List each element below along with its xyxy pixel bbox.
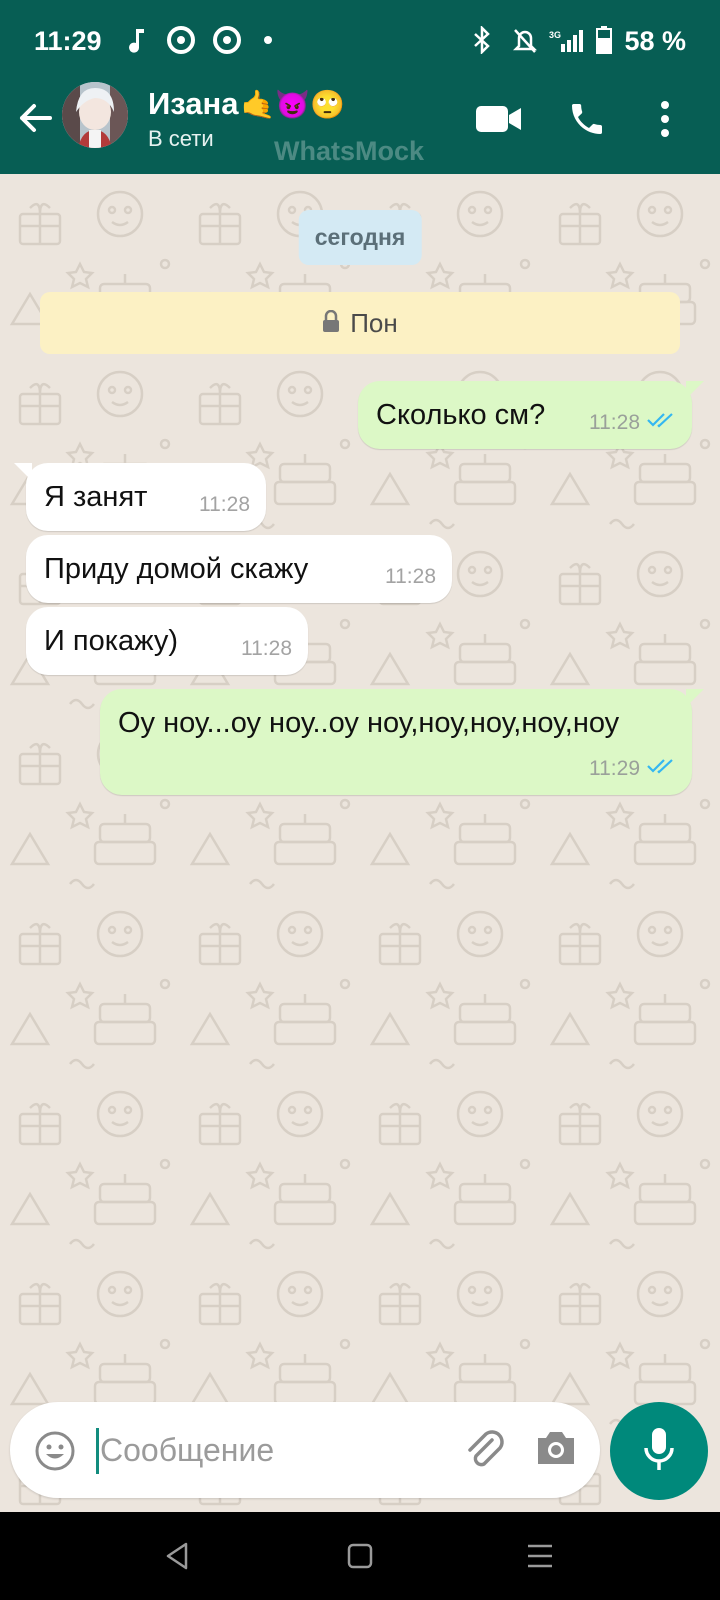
battery-icon bbox=[594, 24, 614, 56]
chat-header: Изана🤙😈🙄 В сети WhatsMock bbox=[0, 80, 720, 174]
video-call-icon[interactable] bbox=[474, 94, 524, 144]
contact-name-text: Изана bbox=[148, 86, 239, 121]
contact-name[interactable]: Изана🤙😈🙄 bbox=[148, 86, 345, 122]
music-note-icon bbox=[128, 24, 148, 56]
message-text: Сколько см? bbox=[376, 399, 546, 431]
message-meta: 11:28 bbox=[589, 411, 676, 435]
chat-area[interactable]: сегодня Пон Сколько см? 11:28 Я занят 11… bbox=[0, 174, 720, 1512]
nav-recents-icon[interactable] bbox=[518, 1534, 562, 1578]
message-time: 11:28 bbox=[385, 565, 436, 588]
date-chip: сегодня bbox=[298, 210, 422, 265]
presence-status: В сети bbox=[148, 126, 214, 151]
avatar[interactable] bbox=[62, 82, 128, 148]
contact-name-emojis: 🤙😈🙄 bbox=[240, 89, 346, 120]
attach-paperclip-icon[interactable] bbox=[462, 1426, 508, 1474]
message-bubble-incoming[interactable]: И покажу) 11:28 bbox=[26, 607, 308, 675]
message-meta: 11:29 bbox=[589, 757, 676, 781]
svg-text:3G: 3G bbox=[549, 30, 561, 40]
message-time: 11:28 bbox=[241, 637, 292, 660]
message-bubble-outgoing[interactable]: Оу ноу...оу ноу..оу ноу,ноу,ноу,ноу,ноу … bbox=[100, 689, 704, 795]
double-check-read-icon bbox=[646, 757, 676, 781]
message-text: Приду домой скажу bbox=[44, 553, 309, 585]
watermark: WhatsMock bbox=[274, 136, 425, 166]
message-time: 11:29 bbox=[589, 757, 640, 780]
message-time: 11:28 bbox=[589, 411, 640, 434]
message-bubble-incoming[interactable]: Приду домой скажу 11:28 bbox=[26, 535, 452, 603]
system-note[interactable]: Пон bbox=[40, 292, 680, 354]
status-bar: 11:29 3G 58 % bbox=[0, 0, 720, 80]
message-composer bbox=[10, 1402, 600, 1498]
message-time: 11:28 bbox=[199, 493, 250, 516]
microphone-icon bbox=[642, 1426, 676, 1477]
chrome-icon bbox=[166, 24, 196, 56]
message-bubble-incoming[interactable]: Я занят 11:28 bbox=[14, 463, 266, 531]
bluetooth-icon bbox=[470, 24, 494, 56]
message-input[interactable] bbox=[100, 1424, 440, 1476]
chrome-icon bbox=[212, 24, 242, 56]
bubble-tail bbox=[686, 381, 704, 399]
back-arrow-icon[interactable] bbox=[16, 98, 56, 138]
status-time: 11:29 bbox=[34, 26, 102, 56]
lock-icon bbox=[322, 308, 340, 339]
signal-icon: 3G bbox=[548, 24, 586, 56]
message-bubble-outgoing[interactable]: Сколько см? 11:28 bbox=[358, 381, 704, 449]
message-text: И покажу) bbox=[44, 625, 179, 657]
bubble-tail bbox=[686, 689, 704, 707]
dot-icon bbox=[262, 24, 274, 56]
voice-record-button[interactable] bbox=[610, 1402, 708, 1500]
more-vert-icon[interactable] bbox=[650, 94, 680, 144]
double-check-read-icon bbox=[646, 411, 676, 435]
bubble-tail bbox=[14, 463, 32, 481]
camera-icon[interactable] bbox=[534, 1428, 580, 1472]
mute-icon bbox=[510, 24, 540, 56]
top-bar: 11:29 3G 58 % Изана🤙😈🙄 В сети WhatsMock bbox=[0, 0, 720, 174]
emoji-icon[interactable] bbox=[34, 1430, 76, 1472]
voice-call-icon[interactable] bbox=[562, 94, 612, 144]
message-meta: 11:28 bbox=[199, 493, 250, 517]
nav-home-icon[interactable] bbox=[338, 1534, 382, 1578]
doodle-wallpaper bbox=[0, 174, 720, 1512]
message-meta: 11:28 bbox=[385, 565, 436, 589]
message-text: Оу ноу...оу ноу..оу ноу,ноу,ноу,ноу,ноу bbox=[118, 707, 620, 739]
battery-percent: 58 % bbox=[624, 26, 686, 56]
nav-back-icon[interactable] bbox=[156, 1534, 200, 1578]
system-nav-bar bbox=[0, 1512, 720, 1600]
text-cursor bbox=[96, 1428, 99, 1474]
message-text: Я занят bbox=[44, 481, 148, 513]
message-meta: 11:28 bbox=[241, 637, 292, 661]
system-note-text: Пон bbox=[350, 307, 398, 338]
